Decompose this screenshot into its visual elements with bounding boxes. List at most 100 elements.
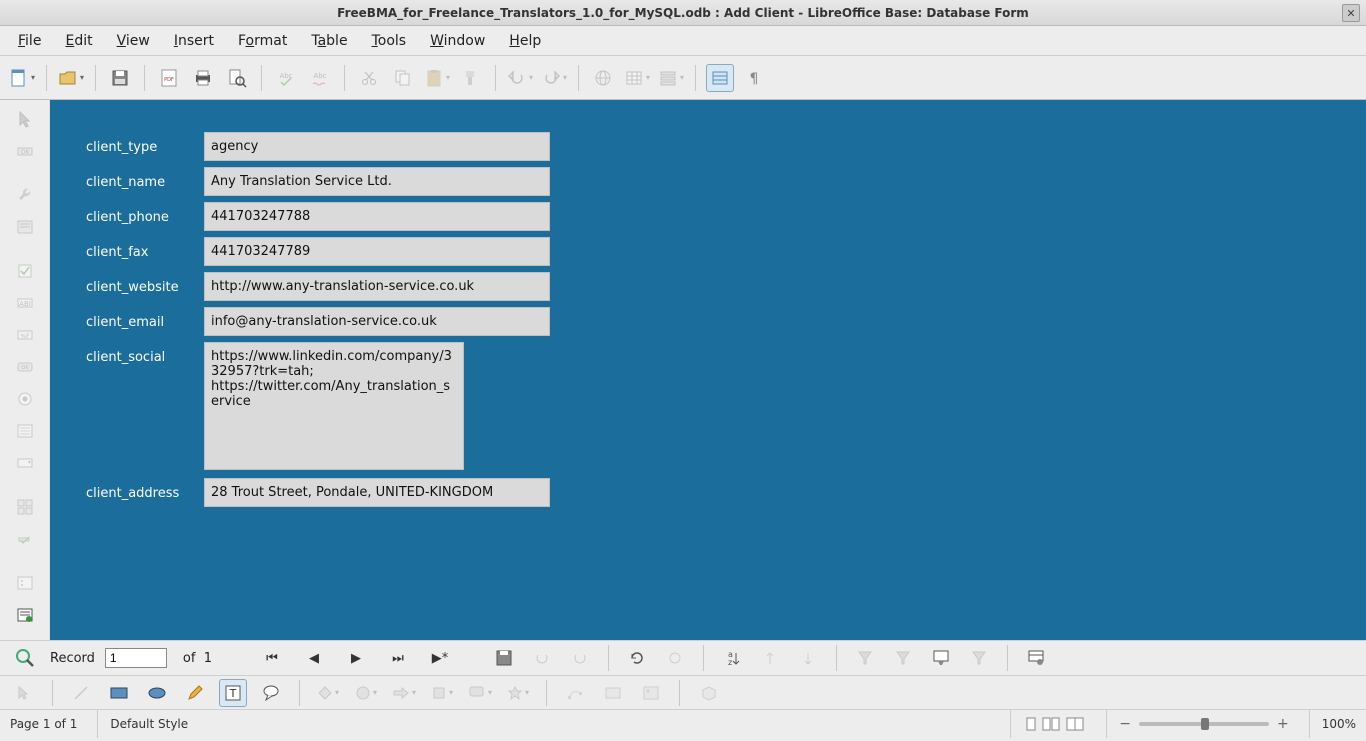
status-style: Default Style (97, 710, 337, 738)
arrow-cursor-icon (16, 685, 32, 701)
freeform-tool[interactable] (181, 679, 209, 707)
input-client-email[interactable] (204, 307, 550, 336)
row-client-email: client_email (86, 307, 1330, 336)
paintbrush-icon (461, 68, 481, 88)
form-canvas[interactable]: client_type client_name client_phone cli… (50, 100, 1366, 640)
input-client-website[interactable] (204, 272, 550, 301)
field-list-icon (16, 606, 34, 624)
menu-tools[interactable]: Tools (362, 29, 417, 53)
view-layout-buttons[interactable] (1010, 710, 1087, 738)
input-client-address[interactable] (204, 478, 550, 507)
zoom-out-icon[interactable]: − (1119, 716, 1131, 732)
export-pdf-button[interactable]: PDF (155, 64, 183, 92)
open-button[interactable]: ▾ (57, 64, 85, 92)
copy-button (389, 64, 417, 92)
separator (1007, 645, 1008, 671)
input-client-type[interactable] (204, 132, 550, 161)
refresh-alt-icon (666, 649, 684, 667)
single-page-icon (1023, 717, 1039, 731)
listbox-icon (16, 422, 34, 440)
select-tool (10, 106, 40, 132)
star-icon (507, 685, 523, 701)
menu-edit[interactable]: Edit (55, 29, 102, 53)
prev-record-button[interactable]: ◀ (304, 648, 324, 668)
basic-shapes-tool: ▾ (314, 679, 342, 707)
zoom-control[interactable]: − + (1106, 710, 1288, 738)
data-sources-button[interactable] (706, 64, 734, 92)
menu-insert-label: nsert (178, 33, 214, 49)
floppy-icon (110, 68, 130, 88)
new-document-button[interactable]: ▾ (8, 64, 36, 92)
separator (144, 65, 145, 91)
input-client-fax[interactable] (204, 237, 550, 266)
zoom-slider[interactable] (1139, 722, 1269, 726)
datasource-icon (710, 68, 730, 88)
svg-text:OK: OK (20, 149, 30, 156)
print-button[interactable] (189, 64, 217, 92)
zoom-percent[interactable]: 100% (1309, 710, 1356, 738)
menu-help[interactable]: Help (499, 29, 551, 53)
separator (546, 680, 547, 706)
separator (46, 65, 47, 91)
last-record-button[interactable]: ⏭ (388, 648, 408, 668)
rectangle-tool[interactable] (105, 679, 133, 707)
nonprinting-chars-button[interactable]: ¶ (740, 64, 768, 92)
data-to-text-button[interactable] (1022, 644, 1050, 672)
close-button[interactable]: ✕ (1342, 4, 1360, 22)
book-page-icon (1066, 717, 1086, 731)
label-client-type: client_type (86, 132, 204, 155)
refresh-button[interactable] (623, 644, 651, 672)
find-record-button[interactable] (10, 643, 40, 673)
wizards-button (10, 526, 40, 552)
input-client-social[interactable] (204, 342, 464, 470)
svg-text:T: T (229, 687, 237, 700)
separator (679, 680, 680, 706)
menu-table[interactable]: Table (301, 29, 357, 53)
ellipse-tool[interactable] (143, 679, 171, 707)
callout-tool[interactable] (257, 679, 285, 707)
nav-buttons: ⏮ ◀ ▶ ⏭ ▶* (262, 648, 450, 668)
label-client-fax: client_fax (86, 237, 204, 260)
save-record-button[interactable] (490, 644, 518, 672)
add-field-button[interactable] (10, 602, 40, 628)
menu-insert[interactable]: Insert (164, 29, 224, 53)
first-record-button[interactable]: ⏮ (262, 648, 282, 668)
menu-file[interactable]: File (8, 29, 51, 53)
menu-window-label: indow (444, 33, 486, 49)
undo-button: ▾ (506, 64, 534, 92)
callout-icon (261, 684, 281, 702)
separator (261, 65, 262, 91)
menubar: File Edit View Insert Format Table Tools… (0, 26, 1366, 56)
checkbox-tool (10, 258, 40, 284)
new-record-button[interactable]: ▶* (430, 648, 450, 668)
input-client-phone[interactable] (204, 202, 550, 231)
form-filter-button[interactable] (927, 644, 955, 672)
sort-button[interactable]: az (718, 644, 746, 672)
save-button[interactable] (106, 64, 134, 92)
zoom-thumb[interactable] (1201, 718, 1209, 730)
record-number-input[interactable] (105, 648, 167, 668)
separator (695, 65, 696, 91)
smiley-icon (355, 685, 371, 701)
input-client-name[interactable] (204, 167, 550, 196)
grid-gear-icon (1027, 649, 1045, 667)
textbox-draw-tool[interactable]: T (219, 679, 247, 707)
abc-check-icon: Abc (276, 68, 296, 88)
funnel-icon (857, 649, 873, 667)
menu-view[interactable]: View (107, 29, 160, 53)
rectangle-icon (109, 685, 129, 701)
svg-text:OK: OK (21, 365, 29, 371)
menu-format[interactable]: Format (228, 29, 297, 53)
menu-edit-label: dit (74, 33, 92, 49)
zoom-in-icon[interactable]: + (1277, 716, 1289, 732)
pdf-icon: PDF (159, 68, 179, 88)
print-preview-button[interactable] (223, 64, 251, 92)
sort-desc-icon (801, 649, 815, 667)
menu-window[interactable]: Window (420, 29, 495, 53)
rows-icon (658, 68, 678, 88)
record-navbar: Record of 1 ⏮ ◀ ▶ ⏭ ▶* az (0, 640, 1366, 676)
line-icon (72, 684, 90, 702)
next-record-button[interactable]: ▶ (346, 648, 366, 668)
document-icon (9, 68, 29, 88)
label-client-social: client_social (86, 342, 204, 365)
